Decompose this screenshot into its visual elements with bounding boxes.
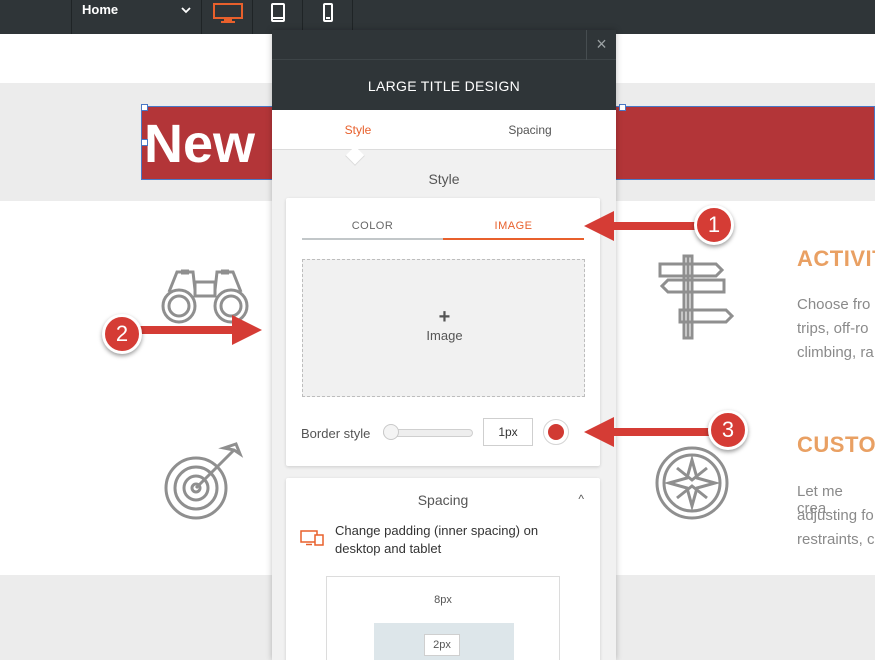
arrow-2-head	[232, 315, 262, 345]
arrow-2-shaft	[140, 326, 236, 334]
arrow-1-shaft	[610, 222, 698, 230]
arrow-3-head	[584, 417, 614, 447]
arrow-3-shaft	[610, 428, 710, 436]
annotation-badge-2: 2	[102, 314, 142, 354]
annotation-badge-3: 3	[708, 410, 748, 450]
annotation-badge-1: 1	[694, 205, 734, 245]
arrow-1-head	[584, 211, 614, 241]
